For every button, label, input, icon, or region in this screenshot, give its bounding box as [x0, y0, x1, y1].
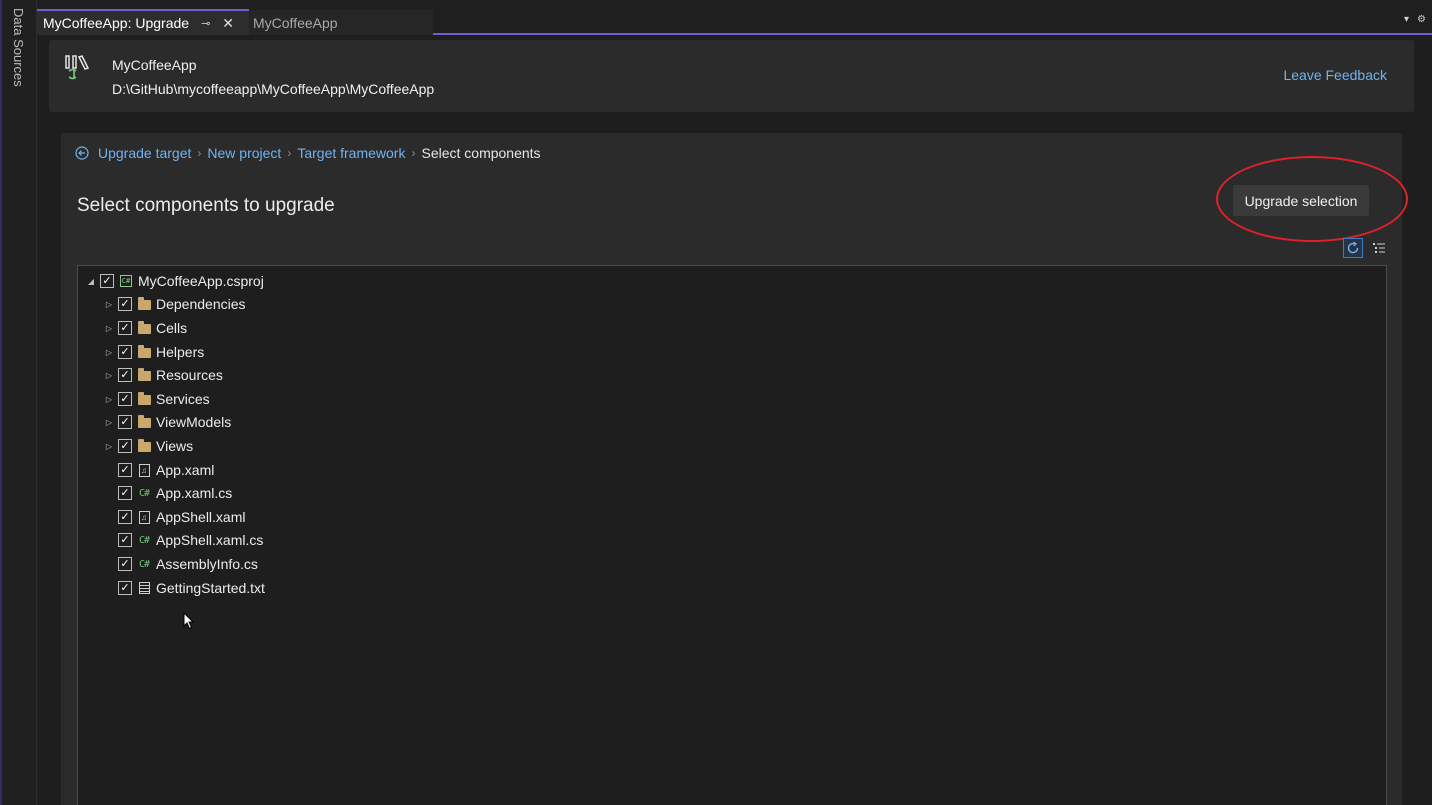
mouse-pointer-icon — [183, 612, 195, 630]
checkbox[interactable]: ✓ — [118, 415, 132, 429]
checkbox[interactable]: ✓ — [118, 297, 132, 311]
breadcrumb-upgrade-target[interactable]: Upgrade target — [98, 145, 191, 161]
components-tree: ◢ ✓ C# MyCoffeeApp.csproj ▷ ✓ Dependenci… — [77, 265, 1387, 805]
csharp-file-icon: C# — [138, 487, 150, 499]
tree-item-label: Helpers — [156, 344, 205, 360]
checkbox[interactable]: ✓ — [118, 392, 132, 406]
folder-icon — [136, 367, 152, 383]
document-tab-bar: MyCoffeeApp: Upgrade ⊸ ✕ MyCoffeeApp ▾ ⚙ — [37, 0, 1432, 35]
breadcrumb-target-framework[interactable]: Target framework — [297, 145, 405, 161]
tree-item[interactable]: ✓ C# AssemblyInfo.cs — [115, 553, 258, 575]
settings-gear-icon[interactable]: ⚙ — [1417, 14, 1426, 25]
leave-feedback-link[interactable]: Leave Feedback — [1283, 67, 1387, 83]
expand-triangle-icon[interactable]: ▷ — [103, 324, 115, 333]
tree-item[interactable]: ✓ ♫ App.xaml — [115, 459, 214, 481]
tree-item-label: Dependencies — [156, 296, 246, 312]
tree-item-label: Services — [156, 391, 210, 407]
tree-toolbar — [1343, 238, 1389, 258]
breadcrumb-current: Select components — [421, 145, 541, 161]
data-sources-tab[interactable]: Data Sources — [11, 8, 26, 87]
expand-triangle-icon[interactable]: ▷ — [103, 395, 115, 404]
upgrade-main-panel: Upgrade target › New project › Target fr… — [61, 133, 1408, 805]
tab-upgrade[interactable]: MyCoffeeApp: Upgrade ⊸ ✕ — [37, 9, 249, 35]
tree-item-label: App.xaml.cs — [156, 485, 233, 501]
folder-icon — [136, 344, 152, 360]
checkbox[interactable]: ✓ — [118, 581, 132, 595]
tree-item[interactable]: ✓ GettingStarted.txt — [115, 577, 265, 599]
tree-item-label: AppShell.xaml.cs — [156, 532, 264, 548]
expand-triangle-icon[interactable]: ▷ — [103, 442, 115, 451]
tree-item[interactable]: ✓ C# AppShell.xaml.cs — [115, 529, 263, 551]
tree-root-label: MyCoffeeApp.csproj — [138, 273, 264, 289]
csharp-file-icon: C# — [138, 558, 150, 570]
checkbox[interactable]: ✓ — [118, 463, 132, 477]
xaml-file-icon: ♫ — [136, 509, 152, 525]
tree-item-label: AppShell.xaml — [156, 509, 246, 525]
page-title: Select components to upgrade — [77, 195, 335, 216]
folder-icon — [136, 320, 152, 336]
csharp-file-icon: C# — [138, 534, 150, 546]
tab-mycoffeeapp-label: MyCoffeeApp — [253, 14, 338, 31]
checkbox[interactable]: ✓ — [118, 439, 132, 453]
tree-item-label: Views — [156, 438, 194, 454]
expand-triangle-icon[interactable]: ▷ — [103, 348, 115, 357]
tree-item-label: ViewModels — [156, 414, 232, 430]
upgrade-selection-button[interactable]: Upgrade selection — [1233, 185, 1369, 216]
checkbox[interactable]: ✓ — [118, 368, 132, 382]
expand-triangle-icon[interactable]: ▷ — [103, 300, 115, 309]
chevron-right-icon: › — [287, 146, 292, 160]
tree-item[interactable]: ▷ ✓ Helpers — [103, 341, 204, 363]
checkbox[interactable]: ✓ — [118, 321, 132, 335]
checkbox[interactable]: ✓ — [118, 557, 132, 571]
tabbar-tools: ▾ ⚙ — [1404, 14, 1426, 25]
tree-item[interactable]: ▷ ✓ Cells — [103, 317, 187, 339]
chevron-right-icon: › — [197, 146, 202, 160]
project-header: MyCoffeeApp D:\GitHub\mycoffeeapp\MyCoff… — [49, 40, 1414, 112]
tree-item[interactable]: ▷ ✓ Views — [103, 435, 193, 457]
list-options-icon[interactable] — [1369, 238, 1389, 258]
close-icon[interactable]: ✕ — [222, 15, 234, 32]
project-name: MyCoffeeApp — [112, 57, 197, 73]
refresh-icon[interactable] — [1343, 238, 1363, 258]
project-path: D:\GitHub\mycoffeeapp\MyCoffeeApp\MyCoff… — [112, 81, 435, 97]
tab-mycoffeeapp[interactable]: MyCoffeeApp — [249, 10, 433, 35]
collapse-triangle-icon[interactable]: ◢ — [85, 277, 97, 286]
tree-item[interactable]: ▷ ✓ Dependencies — [103, 293, 246, 315]
folder-icon — [136, 296, 152, 312]
tree-item[interactable]: ✓ C# App.xaml.cs — [115, 482, 232, 504]
csharp-project-icon: C# — [120, 275, 132, 287]
text-file-icon — [136, 580, 152, 596]
checkbox[interactable]: ✓ — [118, 345, 132, 359]
tree-item[interactable]: ✓ ♫ AppShell.xaml — [115, 506, 246, 528]
pin-icon[interactable]: ⊸ — [201, 17, 210, 30]
tree-item[interactable]: ▷ ✓ ViewModels — [103, 411, 231, 433]
xaml-file-icon: ♫ — [136, 462, 152, 478]
tree-item[interactable]: ▷ ✓ Resources — [103, 364, 223, 386]
tree-item-label: App.xaml — [156, 462, 215, 478]
checkbox[interactable]: ✓ — [100, 274, 114, 288]
expand-triangle-icon[interactable]: ▷ — [103, 371, 115, 380]
upgrade-assistant-icon — [65, 55, 90, 80]
folder-icon — [136, 414, 152, 430]
tab-list-dropdown-icon[interactable]: ▾ — [1404, 14, 1409, 25]
folder-icon — [136, 391, 152, 407]
checkbox[interactable]: ✓ — [118, 510, 132, 524]
tree-item-label: AssemblyInfo.cs — [156, 556, 258, 572]
breadcrumb: Upgrade target › New project › Target fr… — [75, 145, 541, 161]
tab-upgrade-label: MyCoffeeApp: Upgrade — [43, 15, 190, 31]
breadcrumb-new-project[interactable]: New project — [207, 145, 281, 161]
side-strip-accent — [0, 0, 2, 805]
tree-item-label: GettingStarted.txt — [156, 580, 265, 596]
tree-item-label: Cells — [156, 320, 188, 336]
side-tool-strip: Data Sources — [0, 0, 37, 805]
checkbox[interactable]: ✓ — [118, 533, 132, 547]
checkbox[interactable]: ✓ — [118, 486, 132, 500]
tree-item[interactable]: ▷ ✓ Services — [103, 388, 210, 410]
chevron-right-icon: › — [411, 146, 416, 160]
folder-icon — [136, 438, 152, 454]
tree-item-label: Resources — [156, 367, 223, 383]
tree-root-row[interactable]: ◢ ✓ C# MyCoffeeApp.csproj — [85, 270, 264, 292]
back-arrow-icon[interactable] — [75, 146, 89, 160]
expand-triangle-icon[interactable]: ▷ — [103, 418, 115, 427]
